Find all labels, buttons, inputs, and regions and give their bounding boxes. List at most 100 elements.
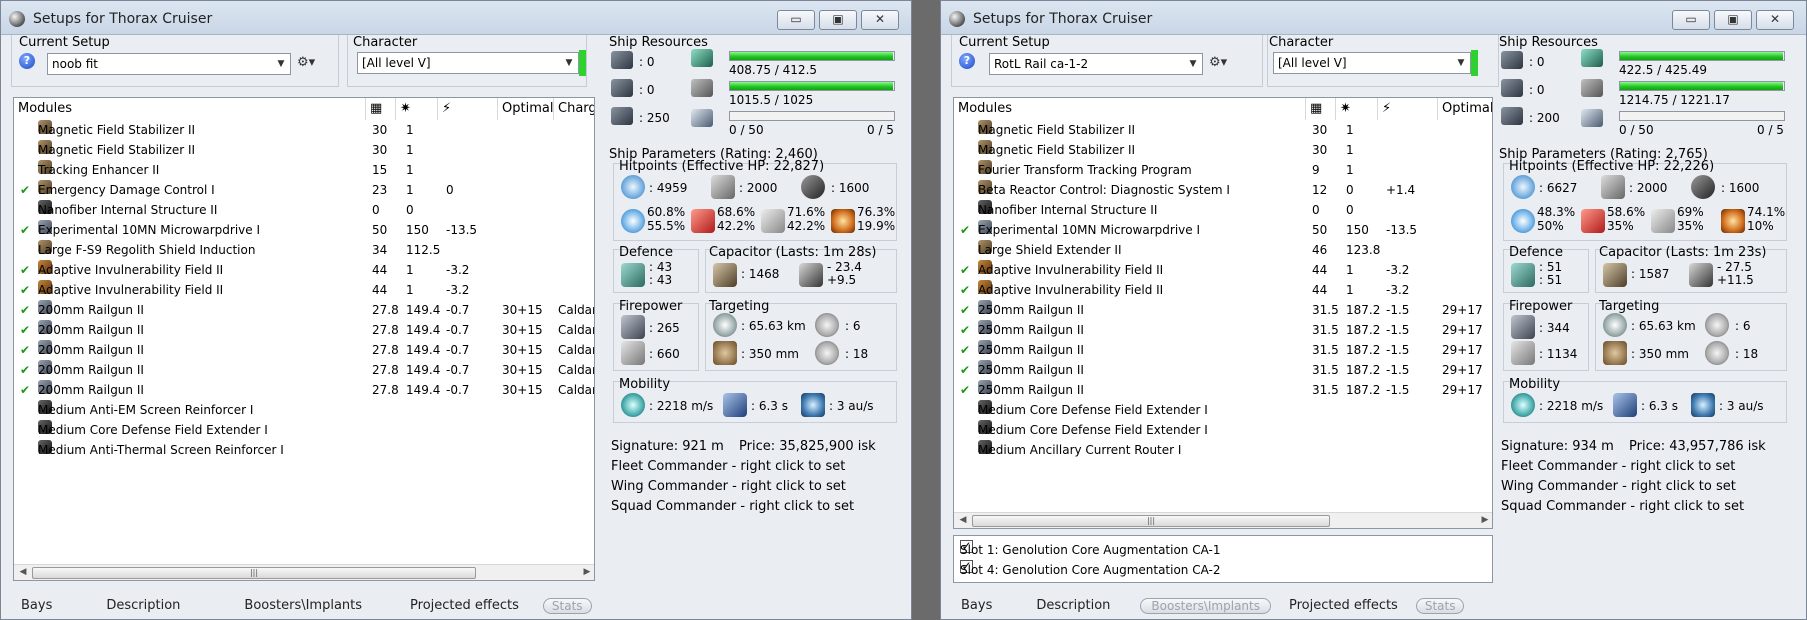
setup-tools-icon[interactable]: ⚙▾: [1209, 55, 1227, 70]
help-icon[interactable]: ?: [19, 53, 35, 69]
title-bar[interactable]: Setups for Thorax Cruiser ▭ ▣ ✕: [1, 1, 911, 35]
squad-commander[interactable]: Squad Commander - right click to set: [611, 499, 854, 514]
column-capacitor[interactable]: ⚡: [438, 98, 498, 120]
active-check-icon[interactable]: ✔: [960, 280, 970, 300]
module-row[interactable]: ✔ 200mm Railgun II 27.8 149.4 -0.7 30+15 Calda…: [14, 360, 594, 380]
module-row[interactable]: ✔ Experimental 10MN Microwarpdrive I 50 150…: [954, 220, 1492, 240]
column-cpu[interactable]: ▦: [1306, 98, 1336, 120]
module-row[interactable]: ✔ Adaptive Invulnerability Field II 44 1 -3.…: [954, 260, 1492, 280]
module-row[interactable]: ✔ Adaptive Invulnerability Field II 44 1 -3.…: [14, 260, 594, 280]
module-row[interactable]: ✔ 250mm Railgun II 31.5 187.2 -1.5 29+17: [954, 340, 1492, 360]
tab-bays[interactable]: Bays: [947, 597, 1006, 617]
column-powergrid[interactable]: ✷: [396, 98, 438, 120]
module-row[interactable]: Magnetic Field Stabilizer II 30 1: [954, 140, 1492, 160]
module-row[interactable]: Medium Core Defense Field Extender I: [954, 400, 1492, 420]
wing-commander[interactable]: Wing Commander - right click to set: [611, 479, 846, 494]
module-row[interactable]: ✔ Adaptive Invulnerability Field II 44 1 -3.…: [14, 280, 594, 300]
horizontal-scrollbar[interactable]: ◀ ||| ▶: [954, 512, 1492, 528]
tab-projected-effects[interactable]: Projected effects: [386, 597, 543, 617]
active-check-icon[interactable]: ✔: [20, 260, 30, 280]
active-check-icon[interactable]: ✔: [960, 260, 970, 280]
column-charge[interactable]: Charge: [554, 98, 594, 120]
column-cpu[interactable]: ▦: [366, 98, 396, 120]
scrollbar-thumb[interactable]: |||: [32, 567, 476, 579]
tab-boosters-implants[interactable]: Boosters\Implants: [220, 597, 386, 617]
title-bar[interactable]: Setups for Thorax Cruiser ▭ ▣ ✕: [941, 1, 1806, 35]
module-row[interactable]: ✔ Experimental 10MN Microwarpdrive I 50 150…: [14, 220, 594, 240]
close-button[interactable]: ✕: [861, 10, 899, 30]
module-row[interactable]: Medium Anti-Thermal Screen Reinforcer I: [14, 440, 594, 460]
column-optimal[interactable]: Optimal: [1438, 98, 1492, 120]
tab-projected-effects[interactable]: Projected effects: [1271, 597, 1416, 617]
module-row[interactable]: ✔ 250mm Railgun II 31.5 187.2 -1.5 29+17: [954, 380, 1492, 400]
tab-stats[interactable]: Stats: [1415, 598, 1465, 614]
scroll-right-icon[interactable]: ▶: [1478, 513, 1492, 527]
active-check-icon[interactable]: ✔: [960, 360, 970, 380]
active-check-icon[interactable]: ✔: [960, 380, 970, 400]
help-icon[interactable]: ?: [959, 53, 975, 69]
setup-select[interactable]: noob fit ▼: [47, 53, 291, 75]
module-row[interactable]: Medium Ancillary Current Router I: [954, 440, 1492, 460]
tab-description[interactable]: Description: [66, 597, 220, 617]
active-check-icon[interactable]: ✔: [20, 300, 30, 320]
module-row[interactable]: Nanofiber Internal Structure II 0 0: [14, 200, 594, 220]
scroll-right-icon[interactable]: ▶: [580, 565, 594, 579]
module-row[interactable]: ✔ 200mm Railgun II 27.8 149.4 -0.7 30+15 Calda…: [14, 300, 594, 320]
modules-list[interactable]: Modules ▦ ✷ ⚡ Optimal Charge Magnetic Fi…: [13, 97, 595, 581]
squad-commander[interactable]: Squad Commander - right click to set: [1501, 499, 1744, 514]
module-row[interactable]: Tracking Enhancer II 15 1: [14, 160, 594, 180]
module-row[interactable]: ✔ 250mm Railgun II 31.5 187.2 -1.5 29+17: [954, 360, 1492, 380]
active-check-icon[interactable]: ✔: [20, 220, 30, 240]
maximize-button[interactable]: ▣: [819, 10, 857, 30]
setup-select[interactable]: RotL Rail ca-1-2 ▼: [989, 53, 1203, 75]
implant-item[interactable]: ✓ Slot 1: Genolution Core Augmentation CA…: [960, 540, 1492, 560]
implants-list[interactable]: ✓ Slot 1: Genolution Core Augmentation CA…: [953, 535, 1493, 583]
module-row[interactable]: ✔ 200mm Railgun II 27.8 149.4 -0.7 30+15 Calda…: [14, 340, 594, 360]
module-row[interactable]: Medium Anti-EM Screen Reinforcer I: [14, 400, 594, 420]
module-row[interactable]: Beta Reactor Control: Diagnostic System …: [954, 180, 1492, 200]
active-check-icon[interactable]: ✔: [20, 280, 30, 300]
module-row[interactable]: ✔ Emergency Damage Control I 23 1 0: [14, 180, 594, 200]
minimize-button[interactable]: ▭: [777, 10, 815, 30]
wing-commander[interactable]: Wing Commander - right click to set: [1501, 479, 1736, 494]
tab-description[interactable]: Description: [1006, 597, 1140, 617]
scrollbar-thumb[interactable]: |||: [972, 515, 1330, 527]
active-check-icon[interactable]: ✔: [20, 380, 30, 400]
scroll-left-icon[interactable]: ◀: [956, 513, 970, 527]
module-row[interactable]: ✔ 200mm Railgun II 27.8 149.4 -0.7 30+15 Calda…: [14, 320, 594, 340]
close-button[interactable]: ✕: [1756, 10, 1794, 30]
module-row[interactable]: Medium Core Defense Field Extender I: [954, 420, 1492, 440]
horizontal-scrollbar[interactable]: ◀ ||| ▶: [14, 564, 594, 580]
active-check-icon[interactable]: ✔: [20, 340, 30, 360]
character-select[interactable]: [All level V] ▼: [1273, 52, 1471, 74]
fleet-commander[interactable]: Fleet Commander - right click to set: [611, 459, 845, 474]
module-row[interactable]: Magnetic Field Stabilizer II 30 1: [14, 140, 594, 160]
column-optimal[interactable]: Optimal: [498, 98, 554, 120]
minimize-button[interactable]: ▭: [1672, 10, 1710, 30]
setup-tools-icon[interactable]: ⚙▾: [297, 55, 315, 70]
module-row[interactable]: Magnetic Field Stabilizer II 30 1: [954, 120, 1492, 140]
active-check-icon[interactable]: ✔: [960, 340, 970, 360]
column-modules[interactable]: Modules: [14, 98, 366, 120]
module-row[interactable]: Fourier Transform Tracking Program 9 1: [954, 160, 1492, 180]
column-powergrid[interactable]: ✷: [1336, 98, 1378, 120]
active-check-icon[interactable]: ✔: [960, 300, 970, 320]
active-check-icon[interactable]: ✔: [960, 220, 970, 240]
module-row[interactable]: ✔ 250mm Railgun II 31.5 187.2 -1.5 29+17: [954, 300, 1492, 320]
tab-stats[interactable]: Stats: [542, 598, 592, 614]
module-row[interactable]: Medium Core Defense Field Extender I: [14, 420, 594, 440]
active-check-icon[interactable]: ✔: [20, 320, 30, 340]
fleet-commander[interactable]: Fleet Commander - right click to set: [1501, 459, 1735, 474]
active-check-icon[interactable]: ✔: [960, 320, 970, 340]
module-row[interactable]: Magnetic Field Stabilizer II 30 1: [14, 120, 594, 140]
active-check-icon[interactable]: ✔: [20, 360, 30, 380]
active-check-icon[interactable]: ✔: [20, 180, 30, 200]
module-row[interactable]: ✔ Adaptive Invulnerability Field II 44 1 -3.…: [954, 280, 1492, 300]
tab-boosters-implants[interactable]: Boosters\Implants: [1140, 598, 1271, 614]
module-row[interactable]: ✔ 200mm Railgun II 27.8 149.4 -0.7 30+15 Calda…: [14, 380, 594, 400]
module-row[interactable]: Large Shield Extender II 46 123.8: [954, 240, 1492, 260]
column-capacitor[interactable]: ⚡: [1378, 98, 1438, 120]
maximize-button[interactable]: ▣: [1714, 10, 1752, 30]
column-modules[interactable]: Modules: [954, 98, 1306, 120]
module-row[interactable]: Nanofiber Internal Structure II 0 0: [954, 200, 1492, 220]
